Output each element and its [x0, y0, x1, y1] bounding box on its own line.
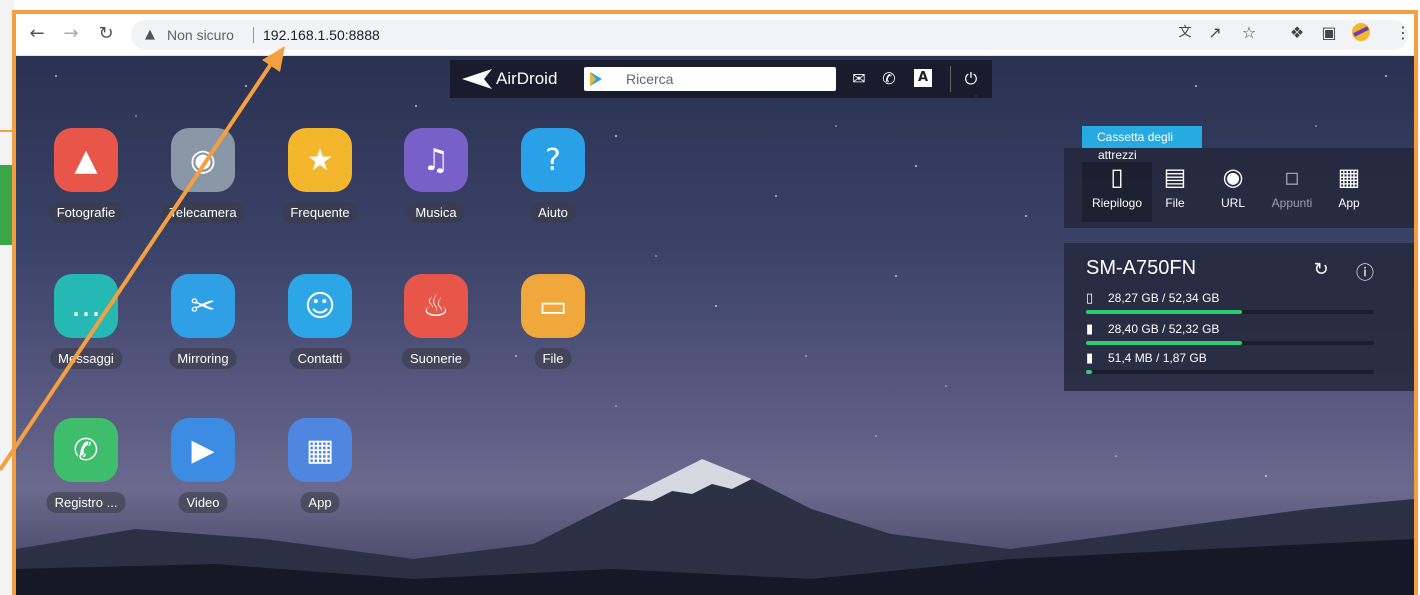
messages-icon[interactable]: ✉	[848, 69, 870, 89]
app-label: Musica	[407, 202, 465, 223]
app-frequent[interactable]: ★ Frequente	[270, 128, 370, 238]
app-label: Contatti	[289, 348, 351, 369]
app-grid-icon: ▦	[1337, 163, 1361, 191]
help-icon: ?	[521, 128, 585, 192]
app-contacts[interactable]: ☺ Contatti	[270, 274, 370, 384]
reload-icon[interactable]: ↻	[95, 23, 117, 45]
airdroid-logo-icon	[462, 69, 492, 89]
storage-bar-fill	[1086, 341, 1242, 345]
bell-icon: ♨	[404, 274, 468, 338]
folder-icon: ▭	[521, 274, 585, 338]
storage-row: ▮ 28,40 GB / 52,32 GB	[1086, 322, 1376, 352]
app-label: Telecamera	[161, 202, 245, 223]
app-message[interactable]: … Messaggi	[36, 274, 136, 384]
translate-icon[interactable]: 文	[1174, 22, 1196, 44]
outer-green-element	[0, 165, 12, 245]
app-label: Messaggi	[50, 348, 122, 369]
play-store-icon	[590, 72, 602, 86]
app-apps[interactable]: ▦ App	[270, 418, 370, 528]
address-separator	[253, 27, 254, 43]
camera-icon: ◉	[171, 128, 235, 192]
search-placeholder: Ricerca	[626, 71, 674, 87]
app-music[interactable]: ♫ Musica	[386, 128, 486, 238]
storage-text: 28,40 GB / 52,32 GB	[1108, 322, 1220, 336]
sd-storage-icon: ▮	[1086, 322, 1094, 337]
star-icon[interactable]: ☆	[1238, 22, 1260, 44]
warning-icon[interactable]: ▲	[145, 27, 155, 42]
clipboard-icon: ▫	[1283, 163, 1301, 191]
sidepanel-icon[interactable]: ▣	[1318, 22, 1340, 44]
storage-text: 28,27 GB / 52,34 GB	[1108, 291, 1220, 305]
tool-label: App	[1338, 196, 1360, 210]
frequent-icon: ★	[288, 128, 352, 192]
app-camera[interactable]: ◉ Telecamera	[153, 128, 253, 238]
share-icon[interactable]: ↗	[1204, 22, 1226, 44]
storage-text: 51,4 MB / 1,87 GB	[1108, 351, 1207, 365]
profile-icon[interactable]	[1350, 22, 1372, 44]
app-label: Registro ...	[46, 492, 126, 513]
extensions-icon[interactable]: ❖	[1286, 22, 1308, 44]
app-folder[interactable]: ▭ File	[503, 274, 603, 384]
toolbox-tab[interactable]: Cassetta degli	[1082, 126, 1202, 148]
phone-storage-icon: ▯	[1086, 291, 1094, 306]
search-box[interactable]: Ricerca	[584, 67, 836, 91]
app-help[interactable]: ? Aiuto	[503, 128, 603, 238]
music-icon: ♫	[404, 128, 468, 192]
toolbox-tab-label-2: attrezzi	[1098, 148, 1137, 162]
app-label: Frequente	[282, 202, 358, 223]
storage-bar	[1086, 310, 1374, 314]
browser-toolbar: ← → ↻ ▲ Non sicuro 192.168.1.50:8888 文 ↗…	[16, 14, 1414, 56]
app-label: Suonerie	[401, 348, 471, 369]
app-call-log[interactable]: ✆ Registro ...	[36, 418, 136, 528]
forward-icon[interactable]: →	[60, 23, 82, 45]
app-video[interactable]: ▶ Video	[153, 418, 253, 528]
message-icon: …	[54, 274, 118, 338]
storage-row: ▯ 28,27 GB / 52,34 GB	[1086, 291, 1376, 321]
app-label: File	[534, 348, 572, 369]
apps-icon: ▦	[288, 418, 352, 482]
font-icon[interactable]: A	[914, 69, 932, 87]
contacts-icon: ☺	[288, 274, 352, 338]
airdroid-logo-text: AirDroid	[496, 69, 558, 88]
globe-icon: ◉	[1222, 163, 1244, 191]
tool-app[interactable]: ▦ App	[1314, 162, 1384, 222]
file-icon: ▤	[1163, 163, 1187, 191]
back-icon[interactable]: ←	[26, 23, 48, 45]
storage-bar	[1086, 341, 1374, 345]
sd-storage-icon: ▮	[1086, 351, 1094, 366]
storage-bar	[1086, 370, 1374, 374]
storage-bar-fill	[1086, 310, 1242, 314]
app-bell[interactable]: ♨ Suonerie	[386, 274, 486, 384]
photos-icon: ▲	[54, 128, 118, 192]
url-text[interactable]: 192.168.1.50:8888	[263, 27, 380, 43]
browser-window: ← → ↻ ▲ Non sicuro 192.168.1.50:8888 文 ↗…	[12, 10, 1418, 595]
menu-icon[interactable]: ⋮	[1392, 22, 1414, 44]
power-icon[interactable]: ⏻	[960, 69, 982, 89]
device-name: SM-A750FN	[1086, 257, 1197, 279]
info-icon[interactable]: ⓘ	[1354, 259, 1376, 284]
app-label: Video	[178, 492, 228, 513]
app-label: Mirroring	[169, 348, 237, 369]
device-panel: SM-A750FN ↻ ⓘ ▯ 28,27 GB / 52,34 GB ▮ 28,40…	[1064, 243, 1414, 391]
toolbox-panel: attrezzi ▯ Riepilogo ▤ File ◉ URL ▫ Appu…	[1064, 148, 1414, 228]
call-log-icon: ✆	[54, 418, 118, 482]
refresh-icon[interactable]: ↻	[1310, 259, 1332, 281]
app-scissors[interactable]: ✂ Mirroring	[153, 274, 253, 384]
airdroid-desktop: AirDroid Ricerca ✉ ✆ A ⏻ ▲ Fotografie ◉ Tel…	[16, 56, 1414, 595]
screenshot-frame: ← → ↻ ▲ Non sicuro 192.168.1.50:8888 文 ↗…	[0, 0, 1420, 595]
storage-row: ▮ 51,4 MB / 1,87 GB	[1086, 351, 1376, 381]
app-photos[interactable]: ▲ Fotografie	[36, 128, 136, 238]
airdroid-topbar: AirDroid Ricerca ✉ ✆ A ⏻	[450, 60, 992, 98]
security-label[interactable]: Non sicuro	[167, 27, 234, 43]
phone-device-icon: ▯	[1110, 163, 1124, 191]
topbar-divider	[950, 66, 951, 92]
phone-icon[interactable]: ✆	[878, 69, 900, 89]
app-label: Fotografie	[48, 202, 124, 223]
video-icon: ▶	[171, 418, 235, 482]
storage-bar-fill	[1086, 370, 1092, 374]
app-label: App	[300, 492, 340, 513]
scissors-icon: ✂	[171, 274, 235, 338]
app-label: Aiuto	[530, 202, 576, 223]
